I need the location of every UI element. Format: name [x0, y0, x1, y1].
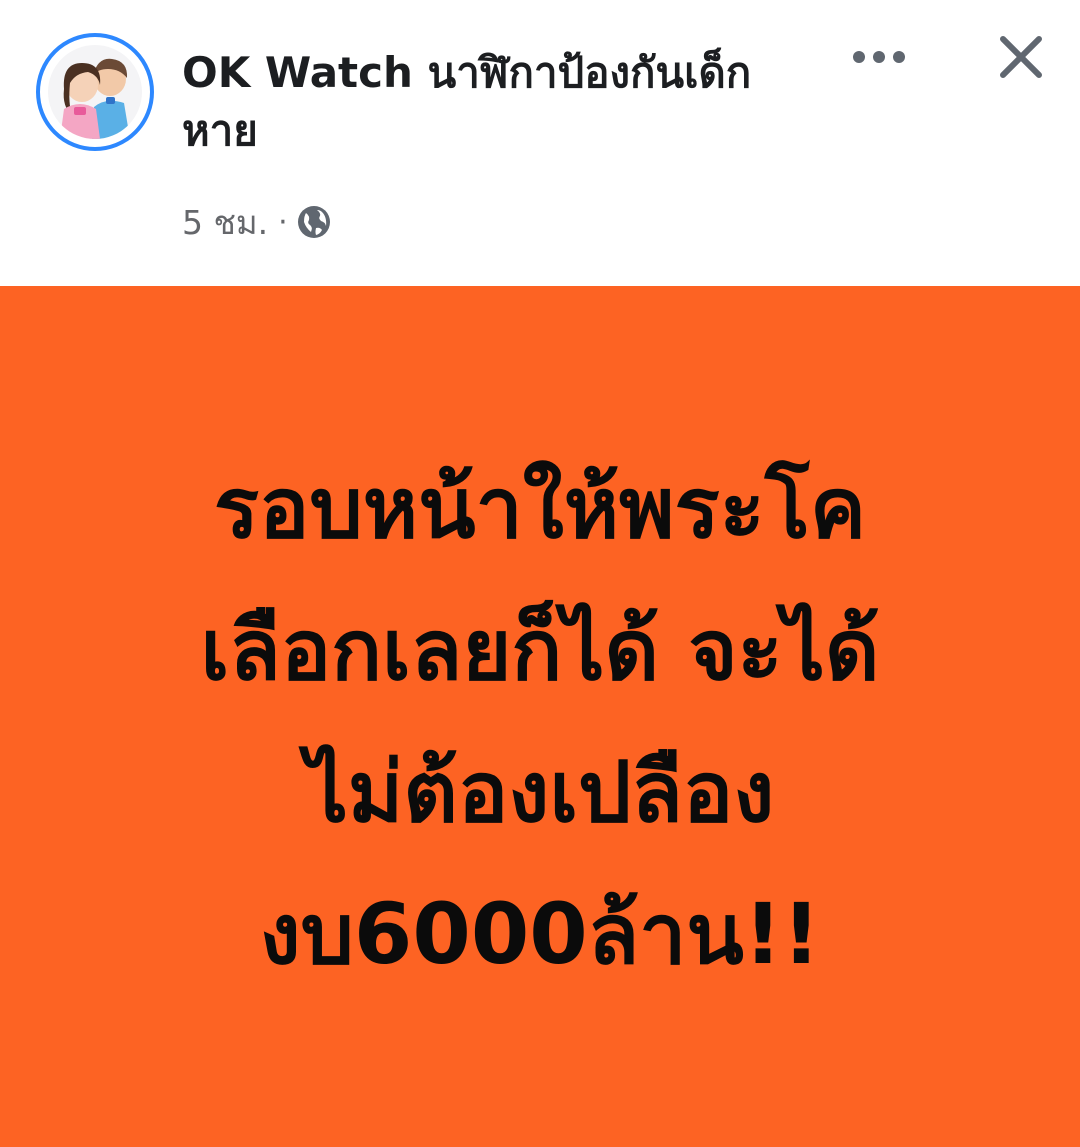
close-button[interactable] [986, 22, 1056, 92]
image-text-line: งบ6000ล้าน!! [259, 884, 821, 983]
globe-icon[interactable] [296, 204, 332, 240]
post-meta: 5 ชม. · [182, 200, 332, 244]
image-text-line: ไม่ต้องเปลือง [305, 742, 775, 841]
close-icon [1000, 36, 1042, 78]
meta-separator: · [278, 204, 288, 240]
more-horizontal-icon [853, 51, 905, 63]
page-avatar[interactable] [36, 33, 154, 151]
facebook-post: OK Watch นาฬิกาป้องกันเด็กหาย 5 ชม. · รอ… [0, 0, 1080, 1147]
post-header: OK Watch นาฬิกาป้องกันเด็กหาย 5 ชม. · [0, 0, 1080, 286]
more-options-button[interactable] [846, 30, 912, 84]
post-timestamp[interactable]: 5 ชม. [182, 196, 268, 249]
image-text: รอบหน้าให้พระโค เลือกเลยก็ได้ จะได้ ไม่ต… [40, 437, 1040, 1005]
avatar-image [48, 45, 142, 139]
image-text-line: เลือกเลยก็ได้ จะได้ [200, 600, 880, 699]
image-text-line: รอบหน้าให้พระโค [213, 458, 867, 557]
page-name-link[interactable]: OK Watch นาฬิกาป้องกันเด็กหาย [182, 44, 802, 160]
post-image[interactable]: รอบหน้าให้พระโค เลือกเลยก็ได้ จะได้ ไม่ต… [0, 286, 1080, 1147]
